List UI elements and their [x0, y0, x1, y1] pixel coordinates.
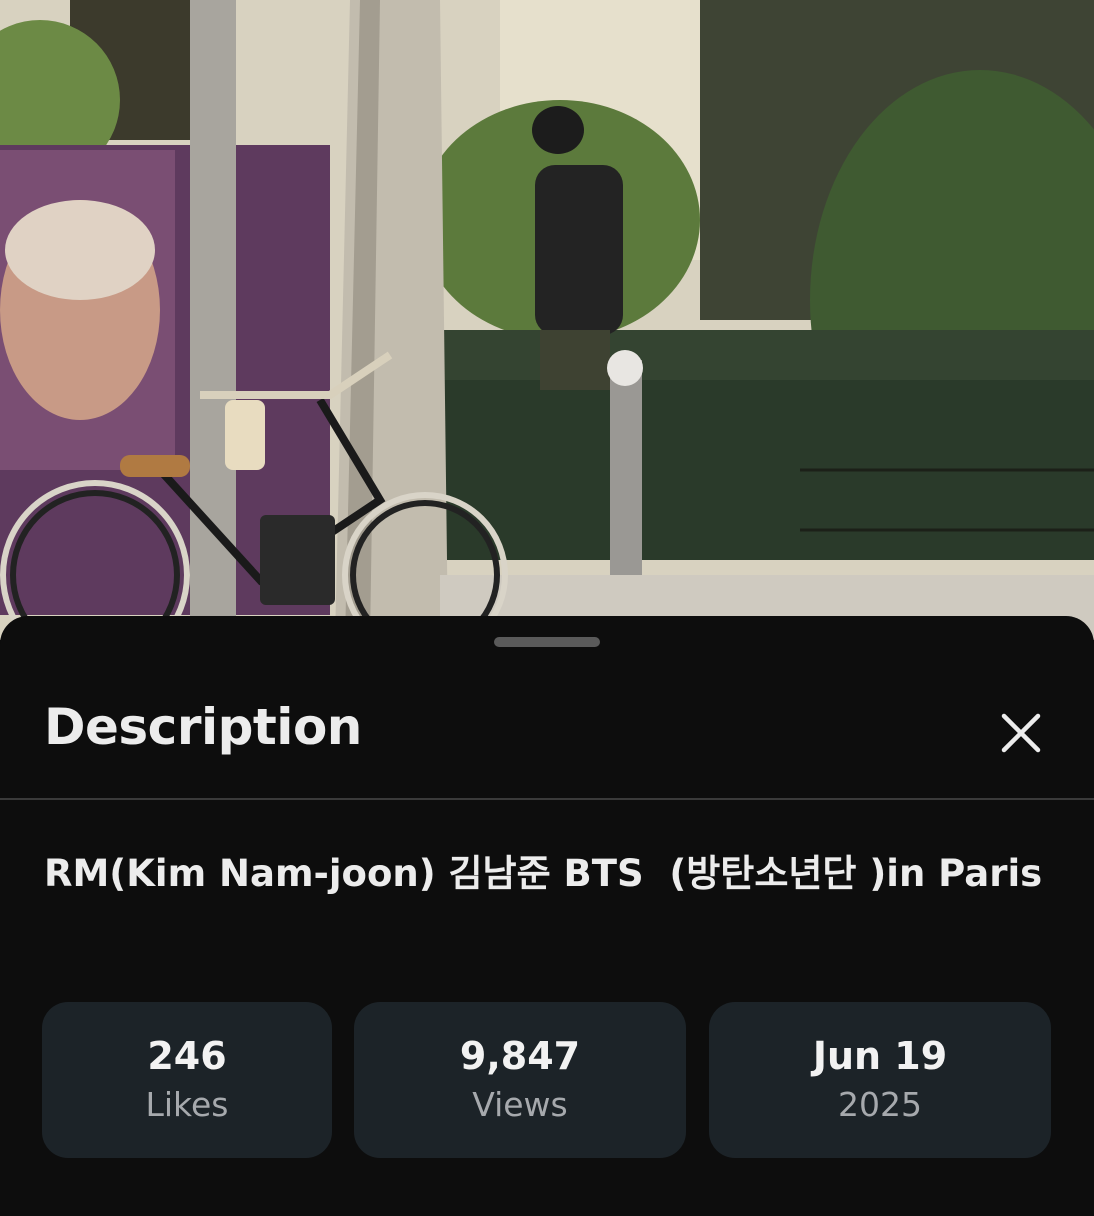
sheet-title: Description — [44, 698, 362, 756]
divider — [0, 798, 1094, 800]
video-title: RM(Kim Nam-joon) 김남준 BTS (방탄소년단 )in Pari… — [44, 852, 1043, 895]
views-label: Views — [472, 1085, 568, 1124]
likes-label: Likes — [145, 1085, 229, 1124]
sheet-drag-handle[interactable] — [494, 637, 600, 647]
likes-card: 246 Likes — [42, 1002, 332, 1158]
views-card: 9,847 Views — [354, 1002, 686, 1158]
views-count: 9,847 — [459, 1034, 581, 1078]
close-icon — [1001, 713, 1041, 753]
publish-date-card: Jun 19 2025 — [709, 1002, 1051, 1158]
close-button[interactable] — [996, 708, 1046, 758]
video-thumbnail — [0, 0, 1094, 640]
publish-year: 2025 — [838, 1085, 922, 1124]
publish-date: Jun 19 — [812, 1034, 948, 1078]
description-sheet: Description RM(Kim Nam-joon) 김남준 BTS (방탄… — [0, 616, 1094, 1216]
likes-count: 246 — [147, 1034, 227, 1078]
